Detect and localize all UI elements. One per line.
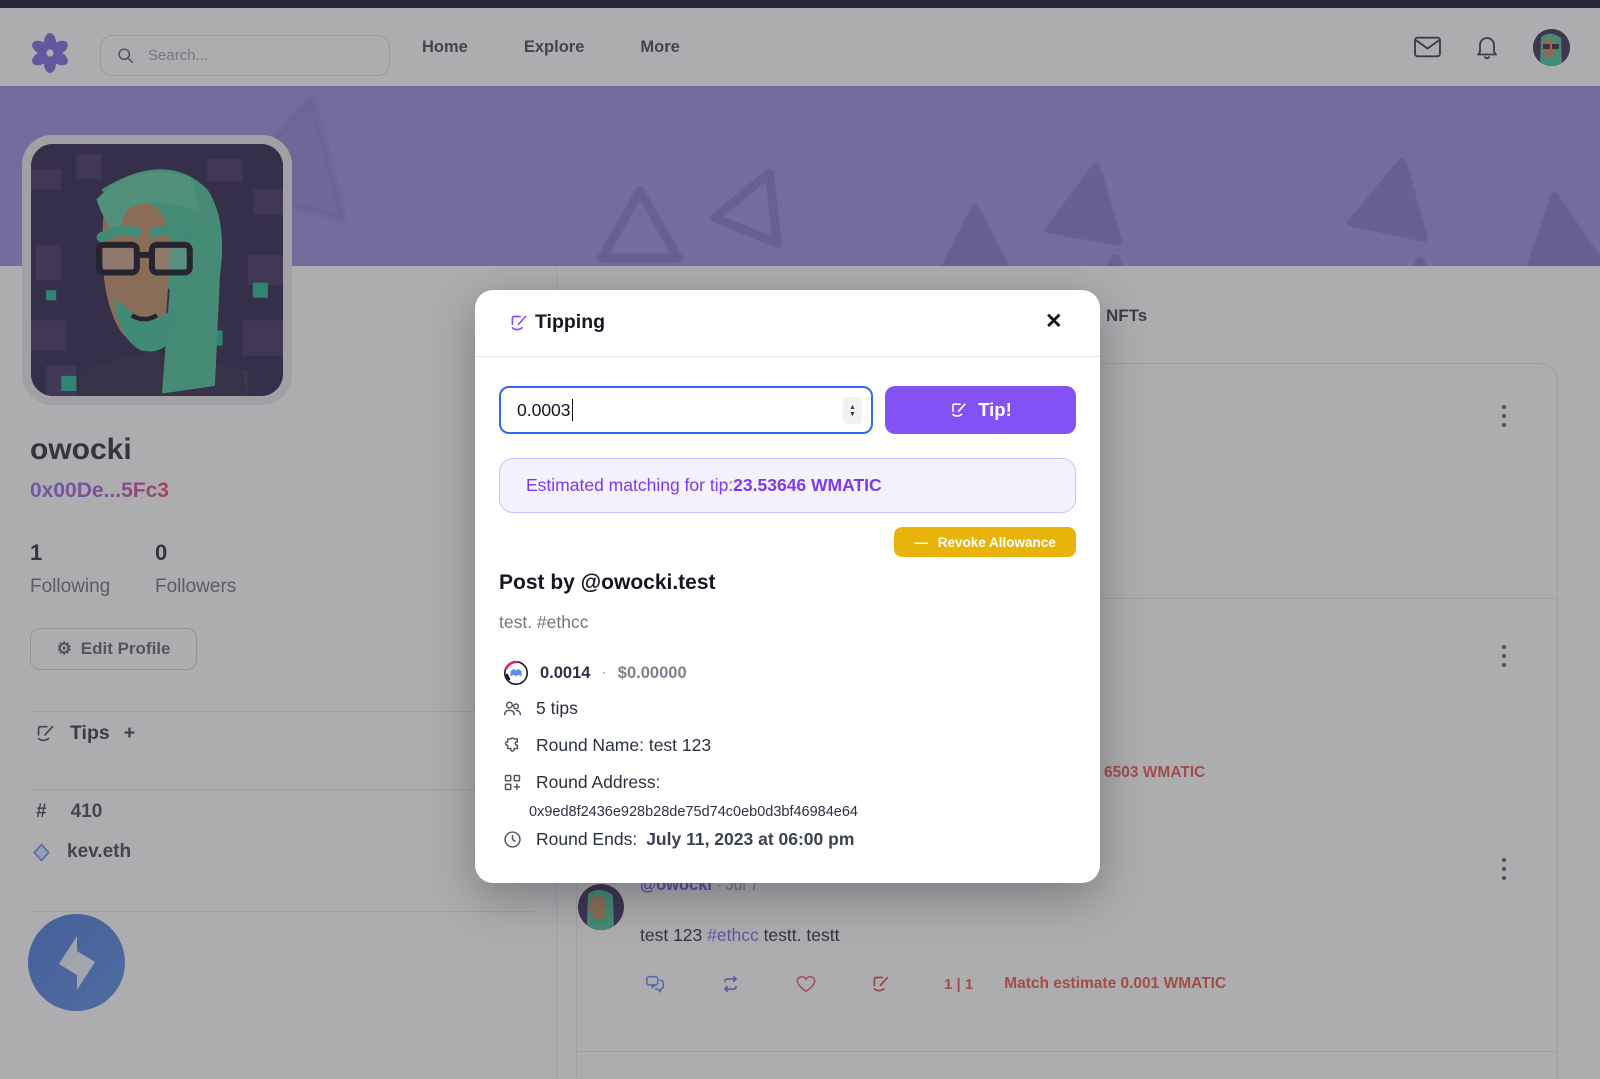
token-amount: 0.0014 <box>540 664 590 683</box>
matching-label: Estimated matching for tip: <box>526 475 733 496</box>
token-amount-row: 0.0014 · $0.00000 <box>503 660 687 686</box>
modal-header-divider <box>475 356 1100 357</box>
round-address-label: Round Address: <box>536 772 661 793</box>
grid-plus-icon <box>502 772 523 793</box>
minus-icon: — <box>914 535 928 550</box>
modal-title: Tipping <box>535 311 605 334</box>
round-address-value[interactable]: 0x9ed8f2436e928b28de75d74c0eb0d3bf46984e… <box>529 804 858 820</box>
wmatic-token-icon <box>503 660 529 686</box>
tips-count-row: 5 tips <box>502 698 578 719</box>
tip-icon <box>508 313 529 334</box>
round-name-row: Round Name: test 123 <box>502 735 711 756</box>
round-ends-row: Round Ends: July 11, 2023 at 06:00 pm <box>502 829 854 850</box>
tip-icon <box>949 401 968 420</box>
page: Home Explore More <box>0 0 1600 1079</box>
text-caret <box>572 399 574 421</box>
close-icon[interactable]: ✕ <box>1045 309 1063 334</box>
people-icon <box>502 698 523 719</box>
revoke-allowance-button[interactable]: — Revoke Allowance <box>894 527 1076 557</box>
tip-amount-input[interactable]: 0.0003 ▲▼ <box>499 386 873 434</box>
round-ends-value: July 11, 2023 at 06:00 pm <box>646 829 854 850</box>
token-separator: · <box>601 664 606 682</box>
tip-amount-value: 0.0003 <box>517 400 571 421</box>
tip-button[interactable]: Tip! <box>885 386 1076 434</box>
modal-post-title: Post by @owocki.test <box>499 571 716 595</box>
tip-button-label: Tip! <box>978 399 1012 421</box>
modal-post-body: test. #ethcc <box>499 612 589 633</box>
tipping-modal: Tipping ✕ 0.0003 ▲▼ Tip! Estimated match… <box>475 290 1100 883</box>
tips-count: 5 tips <box>536 698 578 719</box>
revoke-allowance-label: Revoke Allowance <box>938 535 1056 550</box>
matching-value: 23.53646 WMATIC <box>733 475 881 496</box>
number-spinner[interactable]: ▲▼ <box>843 397 862 424</box>
round-address-row: Round Address: <box>502 772 661 793</box>
clock-icon <box>502 829 523 850</box>
token-usd-value: $0.00000 <box>618 664 687 683</box>
matching-estimate-box: Estimated matching for tip: 23.53646 WMA… <box>499 458 1076 513</box>
round-name: Round Name: test 123 <box>536 735 711 756</box>
puzzle-icon <box>502 735 523 756</box>
round-ends-label: Round Ends: <box>536 829 637 850</box>
